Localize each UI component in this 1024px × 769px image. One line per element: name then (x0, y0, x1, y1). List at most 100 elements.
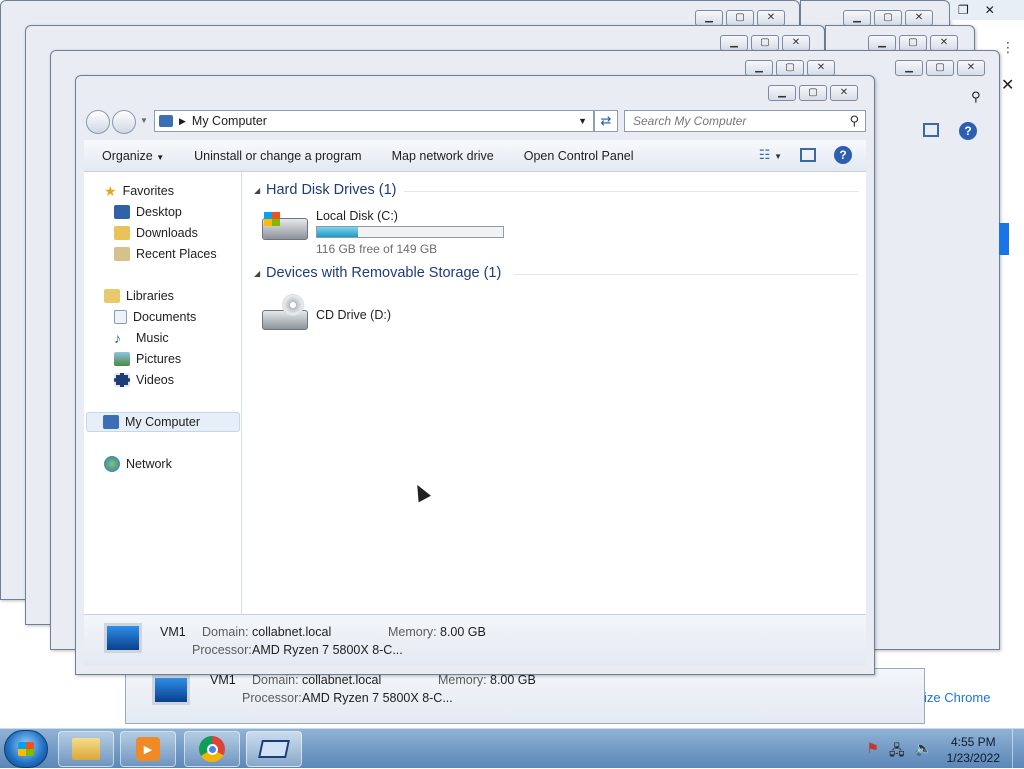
memory-value: 8.00 GB (440, 625, 486, 639)
computer-name: VM1 (160, 625, 186, 639)
nav-downloads[interactable]: Downloads (114, 223, 198, 243)
removable-storage-header[interactable]: Devices with Removable Storage (1) (266, 265, 501, 281)
memory-label: Memory: (388, 625, 437, 639)
breadcrumb-chevron-icon[interactable]: ▶ (179, 116, 186, 127)
navigation-bar: ▼ ▶ My Computer ▼ ⇄ Search My Computer ⚲ (84, 106, 866, 136)
window-app-icon (258, 740, 290, 758)
close-icon[interactable]: ✕ (905, 10, 933, 26)
minimize-icon[interactable]: ▁ (720, 35, 748, 51)
minimize-icon[interactable]: ▁ (745, 60, 773, 76)
items-pane: ◢ Hard Disk Drives (1) Local Disk (C:) 1… (244, 172, 866, 614)
minimize-button[interactable]: ▁ (768, 85, 796, 101)
hard-disk-drives-header[interactable]: Hard Disk Drives (1) (266, 182, 397, 198)
nav-music[interactable]: ♪ Music (114, 328, 169, 348)
nav-videos[interactable]: Videos (114, 370, 174, 390)
cd-disc-icon (282, 294, 304, 316)
libraries-icon (104, 289, 120, 303)
volume-icon[interactable]: 🔈 (915, 740, 932, 764)
chrome-icon (199, 736, 225, 762)
memory-label: Memory: (438, 673, 487, 687)
action-center-flag-icon[interactable]: ⚑ (866, 740, 879, 764)
collapse-icon[interactable]: ◢ (254, 269, 260, 278)
close-icon[interactable]: ✕ (757, 10, 785, 26)
background-details-pane: VM1 Domain: collabnet.local Memory: 8.00… (125, 668, 925, 724)
processor-label: Processor: (192, 643, 252, 657)
nav-desktop[interactable]: Desktop (114, 202, 182, 222)
open-control-panel-button[interactable]: Open Control Panel (524, 149, 634, 163)
nav-documents[interactable]: Documents (114, 307, 196, 327)
start-button[interactable] (4, 730, 48, 768)
close-icon[interactable]: ✕ (930, 35, 958, 51)
address-dropdown-icon[interactable]: ▼ (578, 116, 587, 126)
maximize-icon[interactable]: ▢ (874, 10, 902, 26)
close-icon[interactable]: ✕ (985, 3, 995, 17)
details-pane: VM1 Domain: collabnet.local Memory: 8.00… (84, 614, 866, 666)
close-icon[interactable]: ✕ (957, 60, 985, 76)
minimize-icon[interactable]: ▁ (868, 35, 896, 51)
chrome-customize-hint[interactable]: ize Chrome (924, 690, 990, 705)
map-network-drive-button[interactable]: Map network drive (392, 149, 494, 163)
music-icon: ♪ (114, 330, 121, 346)
help-icon[interactable]: ? (959, 122, 977, 140)
close-button[interactable]: ✕ (830, 85, 858, 101)
clock[interactable]: 4:55 PM 1/23/2022 (947, 734, 1000, 766)
nav-libraries[interactable]: Libraries (104, 286, 174, 306)
taskbar-media-player[interactable]: ▶ (120, 731, 176, 767)
restore-icon[interactable]: ❐ (958, 3, 969, 17)
cd-drive-d[interactable] (262, 290, 310, 338)
help-icon[interactable]: ? (834, 146, 852, 164)
preview-pane-icon[interactable] (800, 148, 816, 162)
show-desktop-button[interactable] (1012, 729, 1024, 769)
dropdown-arrow-icon: ▼ (156, 152, 165, 162)
refresh-button[interactable]: ⇄ (594, 110, 618, 132)
domain-label: Domain: (252, 673, 299, 687)
uninstall-program-button[interactable]: Uninstall or change a program (194, 149, 361, 163)
taskbar-remote-desktop[interactable] (246, 731, 302, 767)
address-text: My Computer (191, 114, 267, 128)
minimize-icon[interactable]: ▁ (895, 60, 923, 76)
chrome-menu-icon[interactable]: ⋮ (1001, 39, 1015, 56)
maximize-icon[interactable]: ▢ (899, 35, 927, 51)
maximize-icon[interactable]: ▢ (776, 60, 804, 76)
computer-icon (103, 415, 119, 429)
clock-date: 1/23/2022 (946, 751, 1000, 765)
domain-value: collabnet.local (302, 673, 382, 687)
close-icon[interactable]: ✕ (807, 60, 835, 76)
organize-menu[interactable]: Organize ▼ (102, 149, 164, 163)
search-icon[interactable]: ⚲ (971, 89, 981, 105)
processor-label: Processor: (242, 691, 302, 705)
collapse-icon[interactable]: ◢ (254, 186, 260, 195)
maximize-icon[interactable]: ▢ (751, 35, 779, 51)
command-bar: Organize ▼ Uninstall or change a program… (84, 140, 866, 172)
close-icon[interactable]: ✕ (782, 35, 810, 51)
maximize-button[interactable]: ▢ (799, 85, 827, 101)
nav-pictures[interactable]: Pictures (114, 349, 181, 369)
search-placeholder: Search My Computer (633, 114, 747, 128)
preview-pane-icon[interactable] (923, 123, 939, 137)
nav-my-computer[interactable]: My Computer (86, 412, 240, 432)
nav-network[interactable]: Network (104, 454, 172, 474)
local-disk-c-label[interactable]: Local Disk (C:) (316, 209, 398, 223)
maximize-icon[interactable]: ▢ (926, 60, 954, 76)
address-bar[interactable]: ▶ My Computer ▼ (154, 110, 594, 132)
minimize-icon[interactable]: ▁ (843, 10, 871, 26)
chrome-side-accent (999, 223, 1009, 255)
network-status-icon[interactable]: 🖧 (889, 740, 905, 764)
documents-icon (114, 310, 127, 324)
recent-pages-chevron-icon[interactable]: ▼ (140, 116, 148, 125)
forward-button[interactable] (112, 110, 136, 134)
taskbar-chrome[interactable] (184, 731, 240, 767)
search-icon[interactable]: ⚲ (849, 113, 859, 129)
windows-logo-icon (264, 212, 280, 226)
nav-recent-places[interactable]: Recent Places (114, 244, 217, 264)
back-button[interactable] (86, 110, 110, 134)
nav-favorites[interactable]: ★ Favorites (104, 181, 174, 201)
cd-drive-d-label[interactable]: CD Drive (D:) (316, 308, 391, 322)
search-input[interactable]: Search My Computer ⚲ (624, 110, 866, 132)
minimize-icon[interactable]: ▁ (695, 10, 723, 26)
maximize-icon[interactable]: ▢ (726, 10, 754, 26)
change-view-icon[interactable]: ☷ ▼ (759, 147, 782, 163)
taskbar-explorer[interactable] (58, 731, 114, 767)
desktop-icon (114, 205, 130, 219)
chrome-close-icon[interactable]: ✕ (1001, 75, 1014, 95)
